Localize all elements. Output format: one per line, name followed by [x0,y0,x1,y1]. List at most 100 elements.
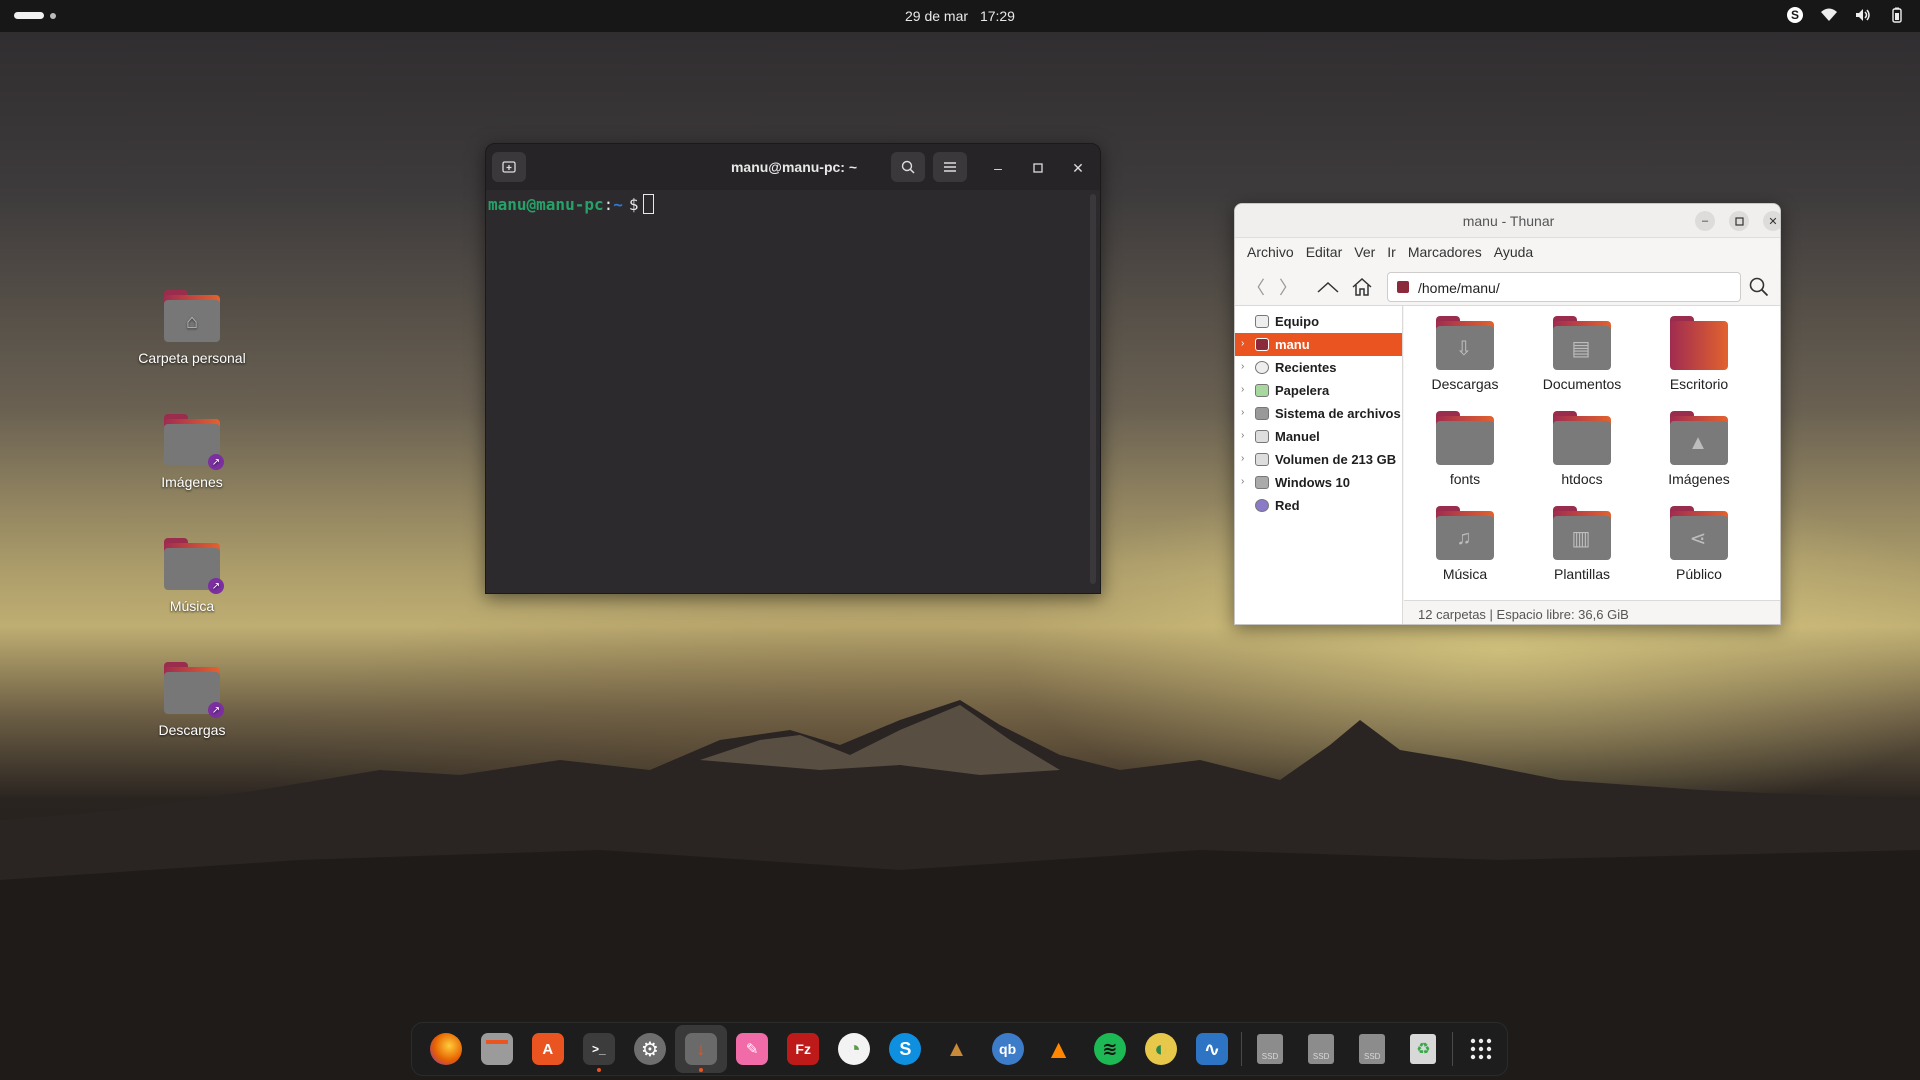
file-item-escritorio[interactable]: Escritorio [1644,316,1754,392]
menu-ayuda[interactable]: Ayuda [1488,244,1539,260]
sidebar-item-volumen[interactable]: › Volumen de 213 GB [1235,448,1402,471]
search-icon [901,160,915,174]
dock-item-drive-2[interactable]: SSD [1296,1025,1347,1073]
dock-item-disk-usage[interactable]: ◔ [829,1025,880,1073]
show-apps-button[interactable] [1456,1025,1507,1073]
desktop-icon-home[interactable]: ⌂ Carpeta personal [112,290,272,366]
search-icon [1749,277,1769,297]
chevron-right-icon[interactable]: › [1241,476,1244,487]
dock-item-system-monitor[interactable]: ∿ [1186,1025,1237,1073]
skype-tray-icon[interactable]: S [1786,6,1804,24]
chevron-right-icon[interactable]: › [1241,453,1244,464]
dock-item-skype[interactable]: S [880,1025,931,1073]
volume-icon[interactable] [1854,6,1872,24]
minimize-button[interactable]: – [988,158,1008,178]
chevron-right-icon[interactable]: › [1241,338,1244,349]
file-item-documentos[interactable]: ▤ Documentos [1527,316,1637,392]
dock-item-terminal[interactable]: >_ [573,1025,624,1073]
desktop-icon-musica[interactable]: ↗ Música [112,538,272,614]
menu-ir[interactable]: Ir [1381,244,1402,260]
forward-button[interactable]: 〉 [1275,274,1301,300]
prompt-separator: : [603,195,614,214]
sidebar-item-red[interactable]: Red [1235,494,1402,517]
dock-item-trash[interactable]: ♻ [1398,1025,1449,1073]
dock-item-paint[interactable]: ✎ [727,1025,778,1073]
dock-item-world[interactable]: ◐ [1135,1025,1186,1073]
clock[interactable]: 29 de mar 17:29 [0,8,1920,24]
menu-editar[interactable]: Editar [1300,244,1349,260]
desktop-icon-label: Música [169,598,215,614]
file-item-label: fonts [1449,471,1481,487]
system-tray[interactable]: S [1786,6,1906,24]
dock-item-spotify[interactable]: ≋ [1084,1025,1135,1073]
file-item-musica[interactable]: ♫ Música [1410,506,1520,582]
file-item-descargas[interactable]: ⇩ Descargas [1410,316,1520,392]
dock-item-firefox[interactable] [420,1025,471,1073]
terminal-headerbar[interactable]: manu@manu-pc: ~ – ✕ [486,144,1100,190]
thunar-window[interactable]: manu - Thunar – ✕ Archivo Editar Ver Ir … [1234,203,1781,625]
terminal-window[interactable]: manu@manu-pc: ~ – ✕ manu@manu-pc:~ $ [485,143,1101,594]
dock-item-vlc-alt[interactable]: ▲ [931,1025,982,1073]
desktop-icon-descargas[interactable]: ↗ Descargas [112,662,272,738]
sidebar-item-equipo[interactable]: Equipo [1235,310,1402,333]
system-monitor-icon: ∿ [1195,1033,1228,1065]
maximize-button[interactable] [1729,211,1749,231]
sidebar-item-recientes[interactable]: › Recientes [1235,356,1402,379]
dock-item-filezilla[interactable]: Fz [778,1025,829,1073]
file-item-plantillas[interactable]: ▥ Plantillas [1527,506,1637,582]
sidebar-item-windows[interactable]: › Windows 10 [1235,471,1402,494]
sidebar-item-papelera[interactable]: › Papelera [1235,379,1402,402]
desktop-icon-imagenes[interactable]: ↗ Imágenes [112,414,272,490]
dock-item-qbittorrent[interactable]: qb [982,1025,1033,1073]
file-item-publico[interactable]: ⋖ Público [1644,506,1754,582]
file-item-htdocs[interactable]: htdocs [1527,411,1637,487]
sidebar-item-manuel[interactable]: › Manuel [1235,425,1402,448]
maximize-button[interactable] [1028,158,1048,178]
minimize-button[interactable]: – [1695,211,1715,231]
dock-item-vlc[interactable]: ▲ [1033,1025,1084,1073]
dock-separator [1240,1032,1242,1066]
chevron-right-icon: 〉 [1279,278,1297,298]
battery-icon[interactable] [1888,6,1906,24]
search-button[interactable] [1746,274,1772,300]
share-icon: ⋖ [1689,527,1707,550]
sidebar-item-sistema[interactable]: › Sistema de archivos [1235,402,1402,425]
menu-button[interactable] [933,152,967,182]
sidebar-item-label: Volumen de 213 GB [1275,452,1397,467]
drive-icon [1255,476,1269,489]
chevron-right-icon[interactable]: › [1241,430,1244,441]
dock-item-settings[interactable]: ⚙ [624,1025,675,1073]
file-item-fonts[interactable]: fonts [1410,411,1520,487]
terminal-scrollbar[interactable] [1090,194,1096,584]
search-button[interactable] [891,152,925,182]
close-button[interactable]: ✕ [1763,211,1780,231]
dock: A >_ ⚙ ↓ ✎ Fz ◔ S ▲ qb ▲ ≋ ◐ ∿ SSD SSD S… [411,1022,1508,1076]
location-bar[interactable]: /home/manu/ [1387,272,1741,302]
desktop-icon [1670,326,1728,370]
menu-archivo[interactable]: Archivo [1241,244,1300,260]
location-path: /home/manu/ [1418,280,1500,296]
home-icon: ⌂ [185,310,199,333]
dock-item-files[interactable] [471,1025,522,1073]
home-button[interactable] [1349,274,1375,300]
chevron-right-icon[interactable]: › [1241,407,1244,418]
close-button[interactable]: ✕ [1068,158,1088,178]
dock-item-app-center[interactable]: A [522,1025,573,1073]
dock-item-drive-1[interactable]: SSD [1244,1025,1295,1073]
dock-item-drive-3[interactable]: SSD [1347,1025,1398,1073]
chevron-right-icon[interactable]: › [1241,361,1244,372]
chevron-right-icon[interactable]: › [1241,384,1244,395]
menu-marcadores[interactable]: Marcadores [1402,244,1488,260]
thunar-titlebar[interactable]: manu - Thunar – ✕ [1235,204,1780,238]
up-button[interactable] [1315,274,1341,300]
file-view[interactable]: ⇩ Descargas ▤ Documentos Escritorio font… [1404,306,1780,602]
dock-item-installer[interactable]: ↓ [675,1025,727,1073]
menu-ver[interactable]: Ver [1348,244,1381,260]
network-icon [1255,499,1269,512]
terminal-content[interactable]: manu@manu-pc:~ $ [486,190,1100,214]
wifi-icon[interactable] [1820,6,1838,24]
file-item-imagenes[interactable]: ▲ Imágenes [1644,411,1754,487]
back-button[interactable]: 〈 [1243,274,1269,300]
sidebar-item-manu[interactable]: › manu [1235,333,1402,356]
maximize-icon [1734,216,1744,226]
